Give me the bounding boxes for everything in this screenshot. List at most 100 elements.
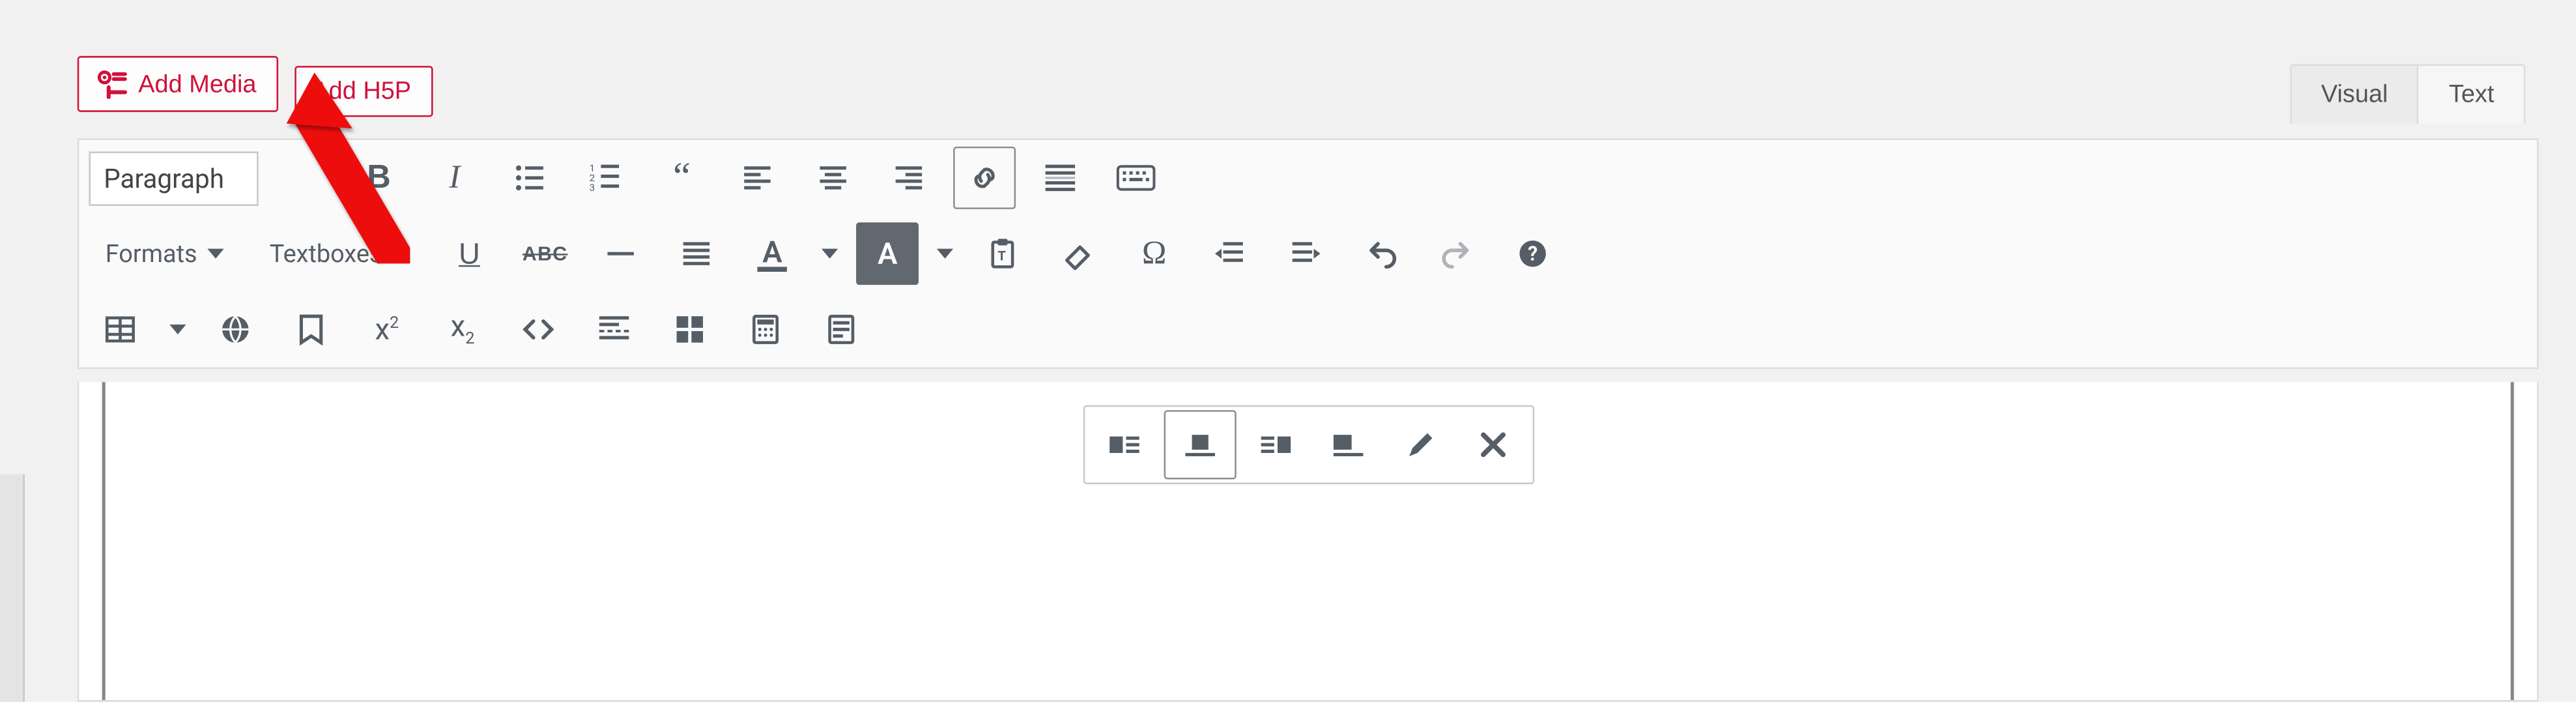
svg-text:T: T	[998, 248, 1007, 263]
align-left-icon	[741, 162, 774, 195]
text-color-button[interactable]: A	[741, 222, 803, 285]
keyboard-icon	[1117, 162, 1156, 195]
redo-icon	[1440, 237, 1474, 271]
image-inline-toolbar	[1083, 405, 1534, 484]
tab-text[interactable]: Text	[2418, 66, 2524, 123]
svg-text:?: ?	[1528, 242, 1538, 265]
textboxes-dropdown[interactable]: Textboxes	[253, 229, 425, 278]
link-icon	[968, 162, 1001, 195]
background-color-picker[interactable]	[925, 222, 958, 285]
strikethrough-button[interactable]: ABC	[514, 222, 577, 285]
subscript-button[interactable]: x2	[431, 298, 494, 360]
image-align-none-button[interactable]	[1312, 410, 1384, 479]
anchor-button[interactable]	[280, 298, 343, 360]
bullet-list-button[interactable]	[499, 147, 562, 209]
text-color-picker[interactable]	[810, 222, 844, 285]
adjacent-panel-edge	[0, 475, 25, 702]
align-justify-icon	[680, 237, 713, 271]
image-align-right-button[interactable]	[1240, 410, 1312, 479]
undo-button[interactable]	[1350, 222, 1412, 285]
image-align-left-icon	[1106, 428, 1143, 461]
image-align-center-icon	[1182, 428, 1218, 461]
paste-text-button[interactable]: T	[971, 222, 1034, 285]
horizontal-rule-button[interactable]	[590, 222, 652, 285]
insert-link-button[interactable]	[953, 147, 1016, 209]
numbered-list-icon: 1 2 3	[590, 162, 623, 195]
chevron-down-icon	[822, 249, 838, 259]
underline-icon: U	[459, 237, 480, 271]
table-button[interactable]	[89, 298, 151, 360]
read-more-icon	[1042, 162, 1079, 195]
bold-button[interactable]: B	[348, 147, 410, 209]
code-icon	[521, 313, 557, 346]
calculator-button[interactable]	[734, 298, 797, 360]
image-align-right-icon	[1258, 428, 1295, 461]
toolbar-row-2: Formats Textboxes U ABC A	[79, 216, 2537, 291]
subscript-icon: x2	[451, 310, 475, 349]
toolbar-row-3: x2 x2	[79, 291, 2537, 367]
help-icon: ?	[1517, 237, 1550, 271]
paste-word-icon	[827, 313, 856, 346]
align-right-icon	[893, 162, 926, 195]
special-character-button[interactable]: Ω	[1123, 222, 1186, 285]
clear-formatting-button[interactable]	[1047, 222, 1109, 285]
italic-button[interactable]: I	[423, 147, 486, 209]
italic-icon: I	[449, 159, 460, 197]
paste-word-button[interactable]	[810, 298, 872, 360]
image-align-center-button[interactable]	[1164, 410, 1237, 479]
image-edit-button[interactable]	[1384, 410, 1457, 479]
pencil-icon	[1405, 428, 1438, 461]
help-button[interactable]: ?	[1502, 222, 1564, 285]
add-media-label: Add Media	[138, 72, 256, 96]
calculator-icon	[751, 313, 780, 346]
bullet-list-icon	[514, 162, 547, 195]
align-center-button[interactable]	[802, 147, 865, 209]
editor-header: Add Media Add H5P Visual Text	[78, 56, 2526, 122]
paragraph-format-selector[interactable]: Paragraph	[89, 151, 259, 205]
table-picker[interactable]	[158, 298, 192, 360]
image-remove-button[interactable]	[1457, 410, 1529, 479]
image-align-none-icon	[1330, 428, 1367, 461]
editor-toolbar: Paragraph B I 1 2 3 “	[78, 138, 2539, 369]
strikethrough-icon: ABC	[522, 242, 567, 265]
background-color-icon: A	[878, 237, 897, 271]
decrease-indent-button[interactable]	[1199, 222, 1261, 285]
align-center-icon	[817, 162, 850, 195]
horizontal-rule-icon	[608, 252, 634, 256]
grid-layout-button[interactable]	[659, 298, 721, 360]
formats-label: Formats	[106, 239, 197, 268]
background-color-button[interactable]: A	[856, 222, 919, 285]
toolbar-toggle-button[interactable]	[1105, 147, 1167, 209]
page-break-button[interactable]	[583, 298, 646, 360]
numbered-list-button[interactable]: 1 2 3	[575, 147, 637, 209]
table-icon	[104, 313, 137, 346]
bold-icon: B	[367, 159, 391, 197]
align-left-button[interactable]	[726, 147, 789, 209]
close-icon	[1478, 430, 1508, 460]
page-break-icon	[596, 313, 633, 346]
clipboard-icon: T	[986, 237, 1020, 271]
emoticons-button[interactable]	[204, 298, 266, 360]
read-more-button[interactable]	[1029, 147, 1092, 209]
editor-mode-tabs: Visual Text	[2290, 65, 2526, 124]
underline-button[interactable]: U	[438, 222, 500, 285]
blockquote-button[interactable]: “	[650, 147, 713, 209]
source-code-button[interactable]	[507, 298, 569, 360]
align-justify-button[interactable]	[665, 222, 728, 285]
image-align-left-button[interactable]	[1088, 410, 1160, 479]
align-right-button[interactable]	[878, 147, 940, 209]
chevron-down-icon	[207, 249, 223, 259]
undo-icon	[1365, 237, 1398, 271]
editor-content-area[interactable]	[78, 382, 2539, 701]
increase-indent-button[interactable]	[1274, 222, 1337, 285]
redo-button[interactable]	[1426, 222, 1489, 285]
bookmark-icon	[296, 313, 326, 346]
formats-dropdown[interactable]: Formats	[89, 229, 240, 278]
tab-visual[interactable]: Visual	[2291, 66, 2418, 123]
add-media-button[interactable]: Add Media	[78, 56, 278, 112]
add-h5p-label: Add H5P	[312, 79, 411, 104]
outdent-icon	[1214, 237, 1247, 271]
superscript-button[interactable]: x2	[356, 298, 418, 360]
chevron-down-icon	[392, 249, 408, 259]
add-h5p-button[interactable]: Add H5P	[294, 66, 433, 117]
